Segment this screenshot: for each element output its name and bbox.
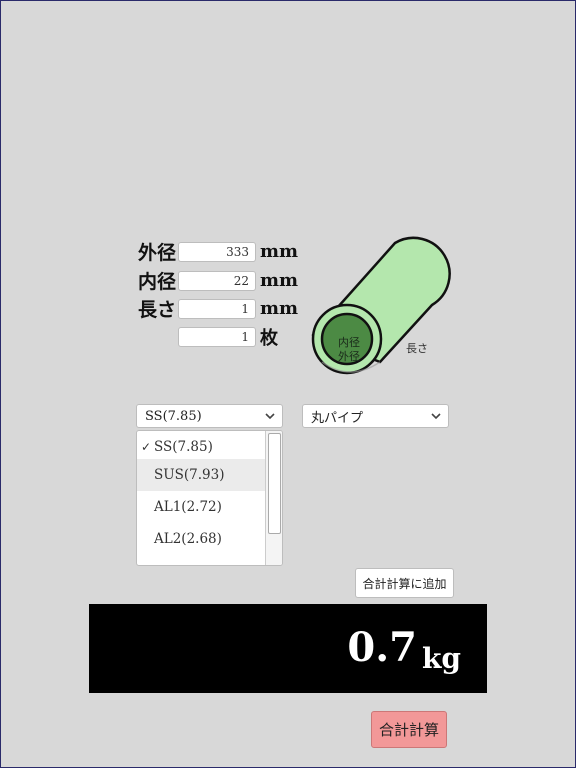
chevron-down-icon <box>431 413 441 420</box>
length-row: 長さ mm <box>132 295 298 322</box>
check-icon: ✓ <box>141 440 152 454</box>
material-option[interactable]: AL2(2.68) <box>137 523 267 555</box>
length-input[interactable] <box>178 298 256 319</box>
outer-diameter-unit: mm <box>260 241 299 262</box>
material-option-label: AL2(2.68) <box>154 531 222 547</box>
material-option[interactable]: SUS(7.93) <box>137 459 267 491</box>
count-unit: 枚 <box>260 328 278 349</box>
material-select-value: SS(7.85) <box>145 408 202 424</box>
material-select[interactable]: SS(7.85) <box>136 404 283 428</box>
add-to-total-button[interactable]: 合計計算に追加 <box>355 568 454 598</box>
result-value: 0.7 <box>347 624 417 671</box>
inner-diameter-input[interactable] <box>178 270 256 291</box>
outer-diameter-input[interactable] <box>178 241 256 262</box>
length-unit: mm <box>260 298 299 319</box>
dropdown-scrollbar[interactable] <box>265 431 282 565</box>
inner-diameter-label: 内径 <box>137 271 176 293</box>
result-display: 0.7 kg <box>89 604 487 693</box>
diagram-length-label: 長さ <box>406 342 428 355</box>
diagram-inner-label: 内径 <box>338 335 360 349</box>
length-label: 長さ <box>137 299 176 321</box>
material-dropdown-list[interactable]: ✓ SS(7.85) SUS(7.93) AL1(2.72) AL2(2.68) <box>136 430 283 566</box>
material-option-label: SUS(7.93) <box>154 467 225 483</box>
pipe-diagram: 内径 外径 長さ <box>311 236 451 375</box>
material-option-label: SS(7.85) <box>154 439 213 455</box>
shape-select-value: 丸パイプ <box>311 410 364 426</box>
shape-select[interactable]: 丸パイプ <box>302 404 449 428</box>
material-option[interactable]: AL1(2.72) <box>137 491 267 523</box>
material-option-label: AL1(2.72) <box>154 499 222 515</box>
chevron-down-icon <box>265 413 275 420</box>
inner-diameter-unit: mm <box>260 270 299 291</box>
outer-diameter-label: 外径 <box>137 242 176 264</box>
total-calc-button[interactable]: 合計計算 <box>371 711 447 748</box>
outer-diameter-row: 外径 mm <box>132 238 298 265</box>
count-input[interactable] <box>178 327 256 347</box>
scrollbar-thumb[interactable] <box>268 433 281 534</box>
result-unit: kg <box>422 642 461 675</box>
inner-diameter-row: 内径 mm <box>132 267 298 294</box>
diagram-outer-label: 外径 <box>338 350 360 363</box>
count-row: 枚 <box>132 324 278 350</box>
